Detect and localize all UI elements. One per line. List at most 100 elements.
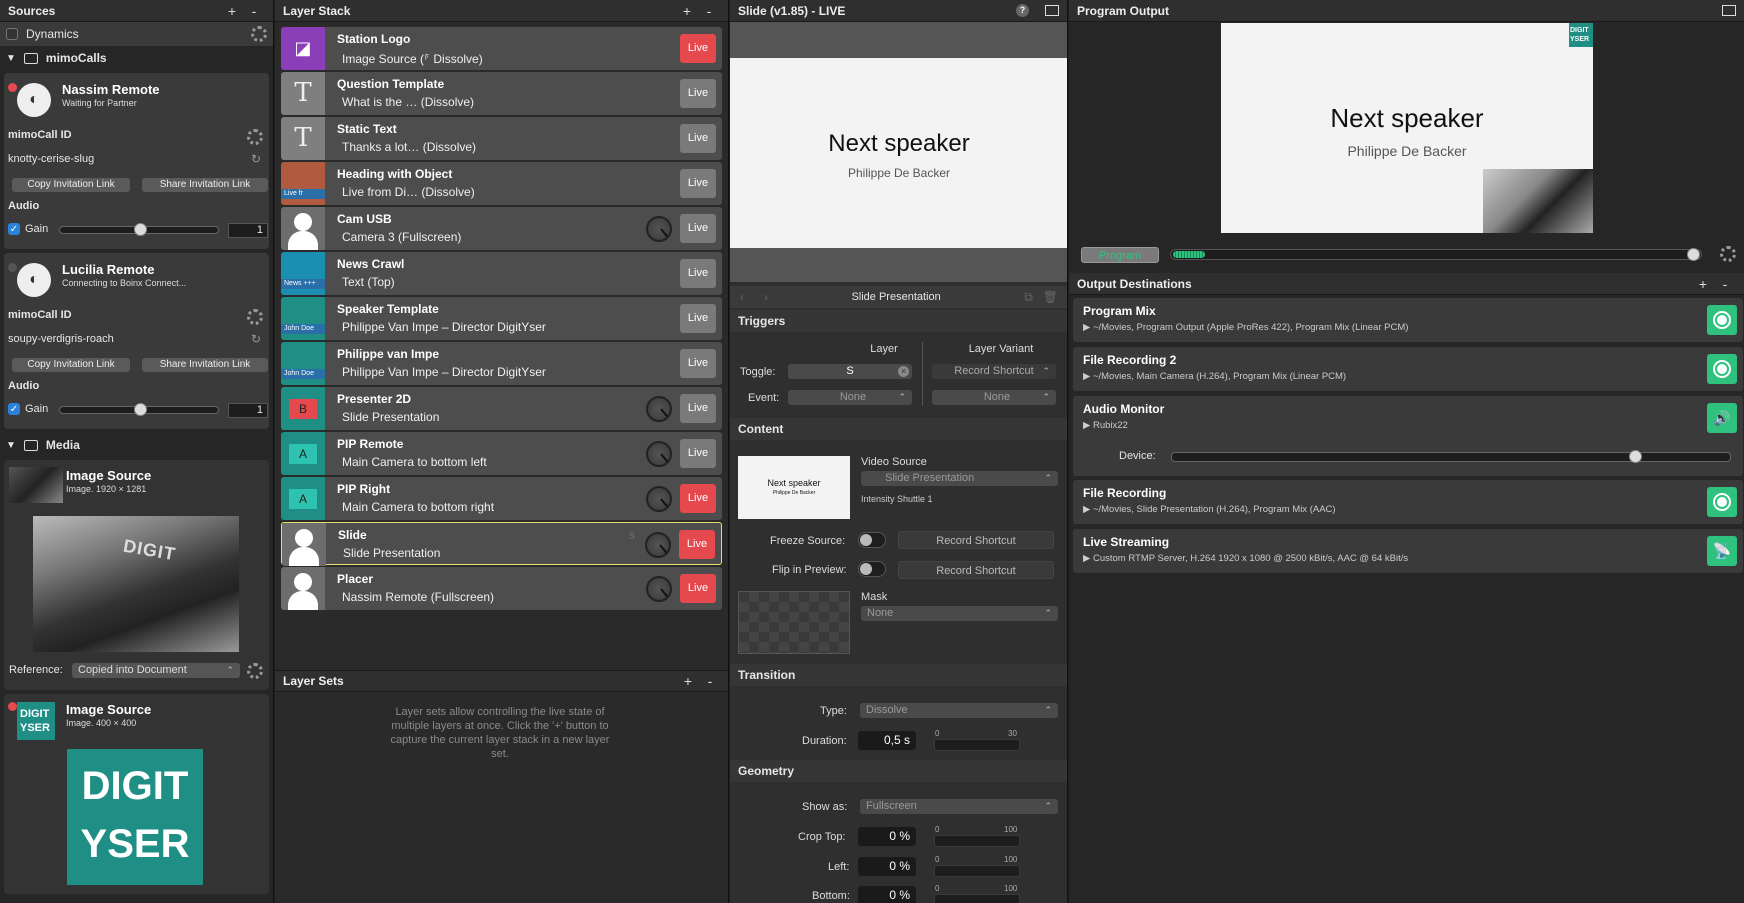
mask-preview[interactable] — [738, 591, 850, 654]
device-volume-slider[interactable] — [1171, 450, 1731, 463]
destination-audio-monitor[interactable]: Audio Monitor ▶ Rubix22 🔊 Device: — [1073, 396, 1743, 476]
destination-live-streaming[interactable]: Live Streaming ▶ Custom RTMP Server, H.2… — [1073, 529, 1743, 573]
flip-record-shortcut[interactable]: Record Shortcut — [898, 561, 1054, 579]
layer-row[interactable]: T Question Template What is the … (Dissolv… — [281, 72, 722, 115]
crop-top-slider[interactable] — [934, 835, 1020, 847]
destination-file-recording[interactable]: File Recording ▶ ~/Movies, Slide Present… — [1073, 480, 1743, 524]
transition-type-dropdown[interactable]: Dissolve — [860, 703, 1058, 718]
live-button[interactable]: Live — [680, 349, 716, 378]
help-icon[interactable]: ? — [1016, 4, 1029, 17]
gear-icon[interactable] — [251, 26, 267, 42]
freeze-record-shortcut[interactable]: Record Shortcut — [898, 531, 1054, 549]
popout-icon[interactable] — [1722, 5, 1736, 16]
layer-row[interactable]: T Static Text Thanks a lot… (Dissolve) Live — [281, 117, 722, 160]
variant-event-dropdown[interactable]: None — [932, 390, 1056, 405]
event-dropdown[interactable]: None — [788, 390, 912, 405]
layer-row[interactable]: Placer Nassim Remote (Fullscreen) Live — [281, 567, 722, 610]
destination-file-recording-2[interactable]: File Recording 2 ▶ ~/Movies, Main Camera… — [1073, 347, 1743, 391]
add-destination-button[interactable]: + — [1692, 276, 1714, 292]
layer-row[interactable]: John Doe Speaker Template Philippe Van Imp… — [281, 297, 722, 340]
layer-row[interactable]: A PIP Remote Main Camera to bottom left Liv… — [281, 432, 722, 475]
group-mimocalls[interactable]: ▼ mimoCalls — [0, 46, 273, 70]
remove-layer-button[interactable]: - — [698, 3, 720, 19]
opacity-dial[interactable] — [646, 216, 672, 242]
live-button[interactable]: Live — [680, 259, 716, 288]
live-button[interactable]: Live — [680, 304, 716, 333]
share-invitation-link-button[interactable]: Share Invitation Link — [142, 178, 268, 192]
gain-slider[interactable] — [59, 223, 219, 236]
slider-knob[interactable] — [134, 403, 147, 416]
live-button[interactable]: Live — [680, 394, 716, 423]
crop-left-field[interactable]: 0 % — [858, 857, 916, 876]
clear-icon[interactable]: × — [898, 366, 909, 377]
dynamics-checkbox[interactable] — [6, 28, 18, 40]
crop-bottom-slider[interactable] — [934, 894, 1020, 903]
audio-monitor-button[interactable]: 🔊 — [1707, 403, 1737, 433]
live-button[interactable]: Live — [680, 214, 716, 243]
remove-source-button[interactable]: - — [243, 3, 265, 19]
stream-button[interactable]: 📡 — [1707, 536, 1737, 566]
back-arrow-icon[interactable]: ‹ — [740, 290, 744, 304]
program-button[interactable]: Program — [1081, 247, 1159, 263]
show-as-dropdown[interactable]: Fullscreen — [860, 799, 1058, 814]
layer-row[interactable]: News +++ News Crawl Text (Top) Live — [281, 252, 722, 295]
duration-field[interactable]: 0,5 s — [858, 731, 916, 750]
record-button[interactable] — [1707, 354, 1737, 384]
layer-row[interactable]: Slide Slide Presentation S Live — [281, 522, 722, 566]
freeze-toggle[interactable] — [858, 532, 886, 548]
mask-dropdown[interactable]: None — [861, 606, 1058, 621]
layer-row[interactable]: Live fr Heading with Object Live from Di… … — [281, 162, 722, 205]
gear-icon[interactable] — [247, 663, 263, 679]
opacity-dial[interactable] — [646, 396, 672, 422]
slider-knob[interactable] — [1629, 450, 1642, 463]
opacity-dial[interactable] — [646, 576, 672, 602]
live-button[interactable]: Live — [680, 574, 716, 603]
live-button[interactable]: Live — [680, 169, 716, 198]
live-button[interactable]: Live — [680, 124, 716, 153]
call-id-value[interactable]: soupy-verdigris-roach — [8, 333, 114, 345]
group-media[interactable]: ▼ Media — [0, 433, 273, 457]
opacity-dial[interactable] — [646, 441, 672, 467]
layer-row[interactable]: John Doe Philippe van Impe Philippe Van Im… — [281, 342, 722, 385]
share-invitation-link-button[interactable]: Share Invitation Link — [142, 358, 268, 372]
layer-row[interactable]: A PIP Right Main Camera to bottom right Liv… — [281, 477, 722, 520]
live-button[interactable]: Live — [680, 34, 716, 63]
video-source-dropdown[interactable]: Slide Presentation — [861, 471, 1058, 486]
opacity-dial[interactable] — [646, 486, 672, 512]
crop-bottom-field[interactable]: 0 % — [858, 886, 916, 903]
record-button[interactable] — [1707, 305, 1737, 335]
call-id-value[interactable]: knotty-cerise-slug — [8, 153, 94, 165]
duration-slider[interactable] — [934, 739, 1020, 751]
destination-program-mix[interactable]: Program Mix ▶ ~/Movies, Program Output (… — [1073, 298, 1743, 342]
record-button[interactable] — [1707, 487, 1737, 517]
add-layer-set-button[interactable]: + — [677, 673, 699, 689]
toggle-shortcut-field[interactable]: S — [788, 364, 912, 379]
layer-row[interactable]: Cam USB Camera 3 (Fullscreen) Live — [281, 207, 722, 250]
crop-top-field[interactable]: 0 % — [858, 827, 916, 846]
copy-invitation-link-button[interactable]: Copy Invitation Link — [12, 178, 130, 192]
crop-left-slider[interactable] — [934, 865, 1020, 877]
gain-value-field[interactable]: 1 — [228, 403, 268, 418]
gear-icon[interactable] — [247, 309, 263, 325]
disclosure-triangle-icon[interactable]: ▼ — [6, 53, 16, 64]
trash-icon[interactable]: 🗑 — [1043, 290, 1058, 304]
gain-checkbox[interactable]: ✓ — [8, 223, 20, 235]
disclosure-triangle-icon[interactable]: ▼ — [6, 440, 16, 451]
gain-value-field[interactable]: 1 — [228, 223, 268, 238]
gain-slider[interactable] — [59, 403, 219, 416]
live-button[interactable]: Live — [679, 530, 715, 559]
opacity-dial[interactable] — [645, 532, 671, 558]
live-button[interactable]: Live — [680, 484, 716, 513]
variant-record-shortcut[interactable]: Record Shortcut — [932, 364, 1056, 379]
level-knob[interactable] — [1687, 248, 1700, 261]
gear-icon[interactable] — [247, 129, 263, 145]
popout-icon[interactable] — [1045, 5, 1059, 16]
gain-checkbox[interactable]: ✓ — [8, 403, 20, 415]
gear-icon[interactable] — [1720, 246, 1736, 262]
live-button[interactable]: Live — [680, 439, 716, 468]
live-button[interactable]: Live — [680, 79, 716, 108]
remove-destination-button[interactable]: - — [1714, 276, 1736, 292]
copy-invitation-link-button[interactable]: Copy Invitation Link — [12, 358, 130, 372]
layer-row[interactable]: B Presenter 2D Slide Presentation Live — [281, 387, 722, 430]
reference-dropdown[interactable]: Copied into Document — [72, 663, 240, 678]
